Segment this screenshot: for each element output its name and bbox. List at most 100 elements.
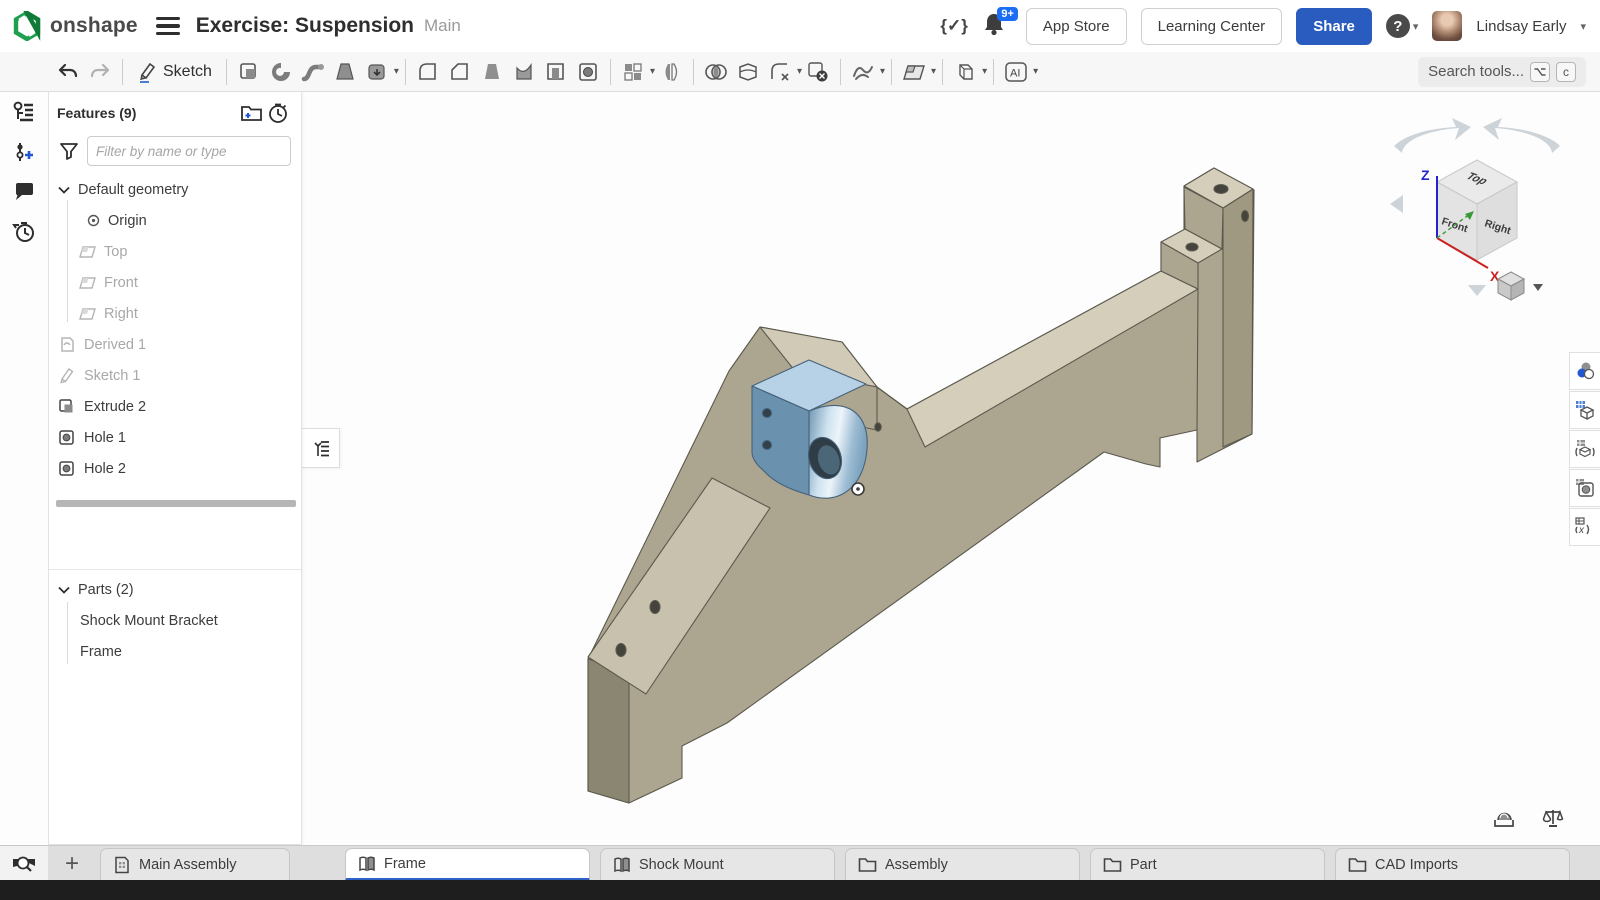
- tab-main-assembly[interactable]: Main Assembly: [100, 848, 290, 881]
- tree-item-top-plane[interactable]: Top: [49, 236, 301, 267]
- render-panel-icon[interactable]: [1569, 469, 1600, 507]
- tree-item-derived-1[interactable]: Derived 1: [49, 329, 301, 360]
- tab-frame[interactable]: Frame: [345, 848, 590, 881]
- rotate-left-arrow[interactable]: [1394, 118, 1471, 153]
- part-item-frame[interactable]: Frame: [49, 636, 301, 667]
- origin-marker[interactable]: [852, 483, 864, 495]
- chamfer-tool-icon[interactable]: [444, 56, 476, 88]
- loft-tool-icon[interactable]: [329, 56, 361, 88]
- frame-post-right-face[interactable]: [1223, 189, 1253, 447]
- feature-history-icon[interactable]: [265, 102, 291, 124]
- part-item-shock-mount-bracket[interactable]: Shock Mount Bracket: [49, 605, 301, 636]
- frame-hole[interactable]: [1186, 243, 1198, 251]
- workspace-name[interactable]: Main: [424, 16, 461, 36]
- tree-item-origin[interactable]: Origin: [49, 205, 301, 236]
- tree-item-hole-2[interactable]: Hole 2: [49, 453, 301, 484]
- help-icon[interactable]: ?: [1386, 14, 1410, 38]
- pan-left-arrow[interactable]: [1390, 195, 1403, 213]
- new-tab-button[interactable]: +: [48, 846, 96, 881]
- thicken-tool-icon[interactable]: [361, 56, 393, 88]
- tree-item-right-plane[interactable]: Right: [49, 298, 301, 329]
- notifications-button[interactable]: 9+: [982, 11, 1012, 41]
- measure-icon[interactable]: [1492, 808, 1516, 828]
- tab-cad-imports-folder[interactable]: CAD Imports: [1335, 848, 1570, 881]
- rollback-bar[interactable]: [56, 500, 296, 507]
- versions-panel-icon[interactable]: [0, 132, 48, 172]
- ai-tool-icon[interactable]: AI: [1000, 56, 1032, 88]
- search-tools-button[interactable]: Search tools... c: [1418, 57, 1586, 87]
- share-button[interactable]: Share: [1296, 8, 1372, 45]
- bracket-hole[interactable]: [763, 441, 772, 450]
- history-panel-icon[interactable]: [0, 212, 48, 252]
- appearance-panel-icon[interactable]: [1569, 352, 1600, 390]
- helix-tool-icon[interactable]: [847, 56, 879, 88]
- main-menu-button[interactable]: [156, 17, 180, 35]
- frame-hole[interactable]: [875, 423, 881, 431]
- parts-section-header[interactable]: Parts (2): [49, 574, 301, 605]
- part-frame[interactable]: [588, 168, 1254, 803]
- feature-filter-input[interactable]: [87, 136, 291, 166]
- chevron-down-icon[interactable]: ▾: [880, 66, 885, 77]
- tab-part-folder[interactable]: Part: [1090, 848, 1325, 881]
- tree-item-front-plane[interactable]: Front: [49, 267, 301, 298]
- frame-leg-side-face[interactable]: [588, 659, 629, 803]
- help-menu[interactable]: ? ▾: [1386, 14, 1419, 38]
- shell-tool-icon[interactable]: [540, 56, 572, 88]
- chevron-down-icon[interactable]: [1533, 284, 1543, 291]
- frame-hole[interactable]: [1242, 211, 1249, 222]
- learning-center-button[interactable]: Learning Center: [1141, 8, 1283, 45]
- feature-script-icon[interactable]: {✓}: [940, 16, 967, 36]
- draft-tool-icon[interactable]: [476, 56, 508, 88]
- modify-fillet-tool-icon[interactable]: [764, 56, 796, 88]
- user-avatar[interactable]: [1432, 11, 1462, 41]
- chevron-down-icon[interactable]: ▾: [1033, 66, 1038, 77]
- split-tool-icon[interactable]: [732, 56, 764, 88]
- hole-tool-icon[interactable]: [572, 56, 604, 88]
- properties-table-icon[interactable]: [1569, 391, 1600, 429]
- tab-assembly-folder[interactable]: Assembly: [845, 848, 1080, 881]
- chevron-down-icon[interactable]: ▾: [394, 66, 399, 77]
- variables-panel-icon[interactable]: x: [1569, 508, 1600, 546]
- search-tabs-button[interactable]: [0, 846, 48, 881]
- view-options-button[interactable]: [1498, 272, 1543, 300]
- feature-list-panel-icon[interactable]: [0, 92, 48, 132]
- tree-item-default-geometry[interactable]: Default geometry: [49, 174, 301, 205]
- rotate-right-arrow[interactable]: [1483, 118, 1560, 153]
- comments-panel-icon[interactable]: [0, 172, 48, 212]
- frame-hole[interactable]: [616, 644, 626, 657]
- chevron-down-icon[interactable]: ▾: [982, 66, 987, 77]
- mirror-tool-icon[interactable]: [655, 56, 687, 88]
- feature-panel-toggle[interactable]: [302, 428, 340, 468]
- chevron-down-icon[interactable]: ▾: [931, 66, 936, 77]
- chevron-down-icon[interactable]: [58, 586, 70, 594]
- configuration-panel-icon[interactable]: [1569, 430, 1600, 468]
- app-store-button[interactable]: App Store: [1026, 8, 1127, 45]
- redo-button[interactable]: [84, 56, 116, 88]
- sketch-tool-button[interactable]: Sketch: [129, 56, 220, 88]
- mass-properties-icon[interactable]: [1542, 808, 1564, 828]
- onshape-logo-icon[interactable]: [12, 11, 42, 41]
- tab-shock-mount[interactable]: Shock Mount: [600, 848, 835, 881]
- plane-tool-icon[interactable]: [898, 56, 930, 88]
- new-folder-icon[interactable]: [239, 103, 265, 123]
- undo-button[interactable]: [52, 56, 84, 88]
- fillet-tool-icon[interactable]: [412, 56, 444, 88]
- tree-item-sketch-1[interactable]: Sketch 1: [49, 360, 301, 391]
- frame-hole[interactable]: [650, 601, 660, 614]
- rib-tool-icon[interactable]: [508, 56, 540, 88]
- sweep-tool-icon[interactable]: [297, 56, 329, 88]
- chevron-down-icon[interactable]: [58, 186, 70, 194]
- boolean-tool-icon[interactable]: [700, 56, 732, 88]
- bracket-hole[interactable]: [763, 409, 772, 418]
- filter-icon[interactable]: [59, 142, 79, 161]
- tree-item-hole-1[interactable]: Hole 1: [49, 422, 301, 453]
- revolve-tool-icon[interactable]: [265, 56, 297, 88]
- view-cube[interactable]: Top Front Right Z X: [1390, 118, 1560, 296]
- frame-hole[interactable]: [1214, 185, 1228, 194]
- transform-tool-icon[interactable]: [949, 56, 981, 88]
- user-name[interactable]: Lindsay Early: [1476, 18, 1566, 35]
- pan-down-arrow[interactable]: [1468, 285, 1486, 296]
- delete-face-tool-icon[interactable]: [802, 56, 834, 88]
- tree-item-extrude-2[interactable]: Extrude 2: [49, 391, 301, 422]
- extrude-tool-icon[interactable]: [233, 56, 265, 88]
